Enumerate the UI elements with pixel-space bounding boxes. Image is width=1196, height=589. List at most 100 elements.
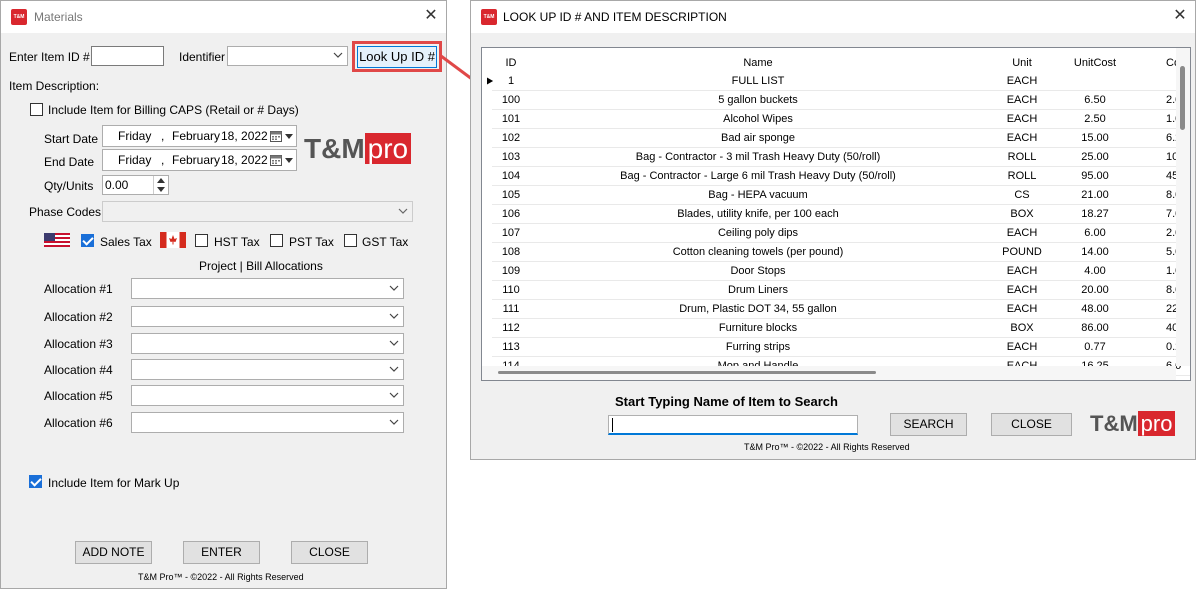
cell-unitcost: [1058, 72, 1132, 91]
table-header-row: ID Name Unit UnitCost Co: [492, 54, 1190, 72]
pst-tax-checkbox[interactable]: [270, 234, 283, 247]
cell-name: Bag - Contractor - Large 6 mil Trash Hea…: [530, 166, 986, 186]
lookup-titlebar: T&M LOOK UP ID # AND ITEM DESCRIPTION ✕: [471, 1, 1195, 33]
cell-unit: CS: [986, 185, 1058, 205]
table-row[interactable]: 111 Drum, Plastic DOT 34, 55 gallon EACH 48…: [492, 299, 1190, 319]
calendar-icon[interactable]: [270, 154, 282, 166]
close-icon[interactable]: ✕: [421, 6, 441, 26]
table-row[interactable]: 1 FULL LIST EACH: [492, 72, 1190, 91]
up-arrow-icon[interactable]: [157, 178, 165, 183]
cell-id: 112: [492, 318, 530, 338]
cell-name: Furring strips: [530, 337, 986, 357]
cell-unitcost: 20.00: [1058, 280, 1132, 300]
gst-tax-checkbox[interactable]: [344, 234, 357, 247]
cell-name: Ceiling poly dips: [530, 223, 986, 243]
cell-unit: EACH: [986, 109, 1058, 129]
tm-pro-logo: T&M pro: [304, 133, 412, 164]
table-row[interactable]: 101 Alcohol Wipes EACH 2.50 1.0: [492, 109, 1190, 129]
hst-tax-checkbox[interactable]: [195, 234, 208, 247]
tm-pro-logo: T&M pro: [1090, 411, 1176, 436]
table-row[interactable]: 109 Door Stops EACH 4.00 1.0: [492, 261, 1190, 281]
start-date-picker[interactable]: Friday , February 18, 2022: [102, 125, 297, 147]
calendar-icon[interactable]: [270, 130, 282, 142]
cell-id: 107: [492, 223, 530, 243]
cell-name: Bag - HEPA vacuum: [530, 185, 986, 205]
allocation-select[interactable]: [131, 359, 404, 380]
phase-codes-select[interactable]: [102, 201, 413, 222]
scrollbar-thumb[interactable]: [1180, 66, 1185, 130]
copyright-text: T&M Pro™ - ©2022 - All Rights Reserved: [138, 572, 304, 582]
logo-tm-text: T&M: [304, 133, 365, 164]
allocation-label: Allocation #5: [44, 389, 113, 403]
enter-button[interactable]: ENTER: [183, 541, 260, 564]
allocation-select[interactable]: [131, 412, 404, 433]
table-row[interactable]: 113 Furring strips EACH 0.77 0.2: [492, 337, 1190, 357]
billing-caps-label: Include Item for Billing CAPS (Retail or…: [48, 103, 299, 117]
dropdown-arrow-icon[interactable]: [285, 158, 293, 164]
allocation-select[interactable]: [131, 385, 404, 406]
materials-window: T&M Materials ✕ Enter Item ID # Identifi…: [0, 0, 447, 589]
table-row[interactable]: 112Furniture blocksBOX86.0040.0: [492, 318, 1190, 338]
allocation-label: Allocation #2: [44, 310, 113, 324]
search-heading: Start Typing Name of Item to Search: [615, 394, 838, 409]
identifier-label: Identifier: [179, 50, 226, 64]
cell-id: 103: [492, 147, 530, 167]
column-header-unit[interactable]: Unit: [986, 54, 1058, 72]
cell-unit: BOX: [986, 204, 1058, 224]
phase-codes-label: Phase Codes: [29, 205, 102, 219]
scrollbar-thumb[interactable]: [498, 371, 876, 374]
column-header-id[interactable]: ID: [492, 54, 530, 72]
materials-titlebar: T&M Materials ✕: [1, 1, 446, 33]
table-row[interactable]: 104 Bag - Contractor - Large 6 mil Trash …: [492, 166, 1190, 186]
column-header-unitcost[interactable]: UnitCost: [1058, 54, 1132, 72]
table-row[interactable]: 105 Bag - HEPA vacuum CS 21.00 8.0: [492, 185, 1190, 205]
chevron-down-icon: [389, 419, 399, 425]
table-row[interactable]: 108 Cotton cleaning towels (per pound) POU…: [492, 242, 1190, 262]
pst-tax-label: PST Tax: [289, 235, 334, 249]
dropdown-arrow-icon[interactable]: [285, 134, 293, 140]
mark-up-label: Include Item for Mark Up: [48, 476, 180, 490]
close-icon[interactable]: ✕: [1170, 6, 1190, 26]
table-row[interactable]: 103 Bag - Contractor - 3 mil Trash Heavy …: [492, 147, 1190, 167]
down-arrow-icon[interactable]: [157, 187, 165, 192]
cell-unitcost: 6.50: [1058, 90, 1132, 110]
billing-caps-checkbox[interactable]: [30, 103, 43, 116]
table-row[interactable]: 110 Drum Liners EACH 20.00 8.0: [492, 280, 1190, 300]
text-cursor: [612, 418, 613, 432]
search-input[interactable]: [608, 415, 858, 435]
app-logo: T&M: [11, 9, 27, 25]
item-id-input[interactable]: [91, 46, 164, 66]
sales-tax-label: Sales Tax: [100, 235, 152, 249]
stepper-buttons[interactable]: [153, 176, 168, 194]
lookup-close-button[interactable]: CLOSE: [991, 413, 1072, 436]
logo-tm-text: T&M: [1090, 411, 1138, 436]
cell-unit: EACH: [986, 299, 1058, 319]
vertical-scrollbar[interactable]: [1176, 48, 1190, 366]
hst-tax-label: HST Tax: [214, 235, 260, 249]
table-row[interactable]: 107 Ceiling poly dips EACH 6.00 2.0: [492, 223, 1190, 243]
table-row[interactable]: 106 Blades, utility knife, per 100 each BO…: [492, 204, 1190, 224]
lookup-id-button[interactable]: Look Up ID #: [357, 46, 437, 68]
close-button[interactable]: CLOSE: [291, 541, 368, 564]
horizontal-scrollbar[interactable]: [482, 366, 1176, 380]
allocation-select[interactable]: [131, 278, 404, 299]
allocation-select[interactable]: [131, 306, 404, 327]
row-selector-icon: [487, 77, 494, 85]
allocation-select[interactable]: [131, 333, 404, 354]
cell-name: Door Stops: [530, 261, 986, 281]
end-date-picker[interactable]: Friday , February 18, 2022: [102, 149, 297, 171]
mark-up-checkbox[interactable]: [29, 475, 42, 488]
column-header-name[interactable]: Name: [530, 54, 986, 72]
search-button[interactable]: SEARCH: [890, 413, 967, 436]
sales-tax-checkbox[interactable]: [81, 234, 94, 247]
qty-stepper[interactable]: 0.00: [102, 175, 169, 195]
cell-unitcost: 4.00: [1058, 261, 1132, 281]
table-row[interactable]: 102 Bad air sponge EACH 15.00 6.2: [492, 128, 1190, 148]
identifier-select[interactable]: [227, 46, 348, 66]
cell-unit: EACH: [986, 337, 1058, 357]
add-note-button[interactable]: ADD NOTE: [75, 541, 152, 564]
table-row[interactable]: 100 5 gallon buckets EACH 6.50 2.0: [492, 90, 1190, 110]
allocation-label: Allocation #6: [44, 416, 113, 430]
cell-unit: ROLL: [986, 166, 1058, 186]
items-grid[interactable]: ID Name Unit UnitCost Co 1 FULL LIST EACH 1…: [481, 47, 1191, 381]
